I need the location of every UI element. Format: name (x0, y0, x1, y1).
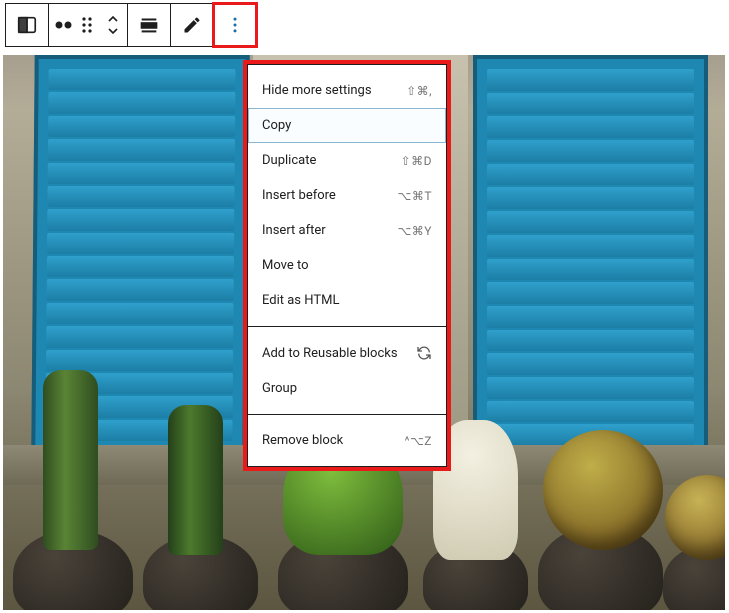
layout-half-icon (16, 14, 38, 36)
cactus (168, 405, 223, 555)
more-options-menu: Hide more settings ⇧⌘, Copy Duplicate ⇧⌘… (247, 64, 447, 467)
menu-item-label: Move to (262, 258, 309, 273)
menu-item-group[interactable]: Group (248, 371, 446, 406)
menu-item-edit-html[interactable]: Edit as HTML (248, 283, 446, 318)
edit-button[interactable] (171, 4, 213, 46)
barrel-cactus (543, 430, 663, 550)
menu-item-shortcut: ⇧⌘, (406, 84, 432, 98)
pencil-icon (182, 15, 202, 35)
menu-item-shortcut: ⇧⌘D (401, 154, 432, 168)
menu-item-move-to[interactable]: Move to (248, 248, 446, 283)
drag-handle-icon (81, 16, 93, 34)
menu-item-label: Remove block (262, 433, 343, 448)
refresh-icon (416, 345, 432, 361)
more-options-button[interactable] (214, 4, 256, 46)
toolbar-group-edit (171, 4, 214, 46)
toolbar-group-align (128, 4, 171, 46)
menu-section-1: Hide more settings ⇧⌘, Copy Duplicate ⇧⌘… (248, 65, 446, 326)
cactus (43, 370, 98, 550)
shutter-right (473, 55, 708, 460)
toolbar-group-transform (49, 4, 128, 46)
menu-item-label: Edit as HTML (262, 293, 339, 308)
toolbar-group-more (214, 4, 256, 46)
menu-item-copy[interactable]: Copy (248, 108, 446, 143)
move-updown-icon (106, 14, 120, 36)
block-toolbar (5, 3, 257, 47)
change-alignment-button[interactable] (49, 4, 99, 46)
dots-align-icon (55, 18, 75, 32)
menu-item-shortcut: ⌥⌘Y (397, 224, 432, 238)
menu-item-label: Hide more settings (262, 83, 372, 98)
block-type-button[interactable] (6, 4, 48, 46)
more-vertical-icon (225, 15, 245, 35)
menu-item-shortcut: ^⌥Z (404, 434, 432, 448)
menu-item-insert-after[interactable]: Insert after ⌥⌘Y (248, 213, 446, 248)
menu-item-add-reusable[interactable]: Add to Reusable blocks (248, 335, 446, 371)
menu-section-3: Remove block ^⌥Z (248, 414, 446, 466)
menu-item-shortcut: ⌥⌘T (398, 189, 433, 203)
menu-item-insert-before[interactable]: Insert before ⌥⌘T (248, 178, 446, 213)
menu-item-label: Group (262, 381, 297, 396)
menu-item-label: Insert after (262, 223, 326, 238)
move-up-down-button[interactable] (99, 4, 127, 46)
menu-item-remove-block[interactable]: Remove block ^⌥Z (248, 423, 446, 458)
menu-item-label: Insert before (262, 188, 336, 203)
menu-item-label: Copy (262, 118, 291, 133)
menu-item-duplicate[interactable]: Duplicate ⇧⌘D (248, 143, 446, 178)
menu-item-label: Duplicate (262, 153, 316, 168)
menu-item-label: Add to Reusable blocks (262, 346, 398, 361)
align-full-icon (138, 14, 160, 36)
menu-section-2: Add to Reusable blocks Group (248, 326, 446, 414)
align-button[interactable] (128, 4, 170, 46)
menu-item-hide-settings[interactable]: Hide more settings ⇧⌘, (248, 73, 446, 108)
toolbar-group-block (6, 4, 49, 46)
